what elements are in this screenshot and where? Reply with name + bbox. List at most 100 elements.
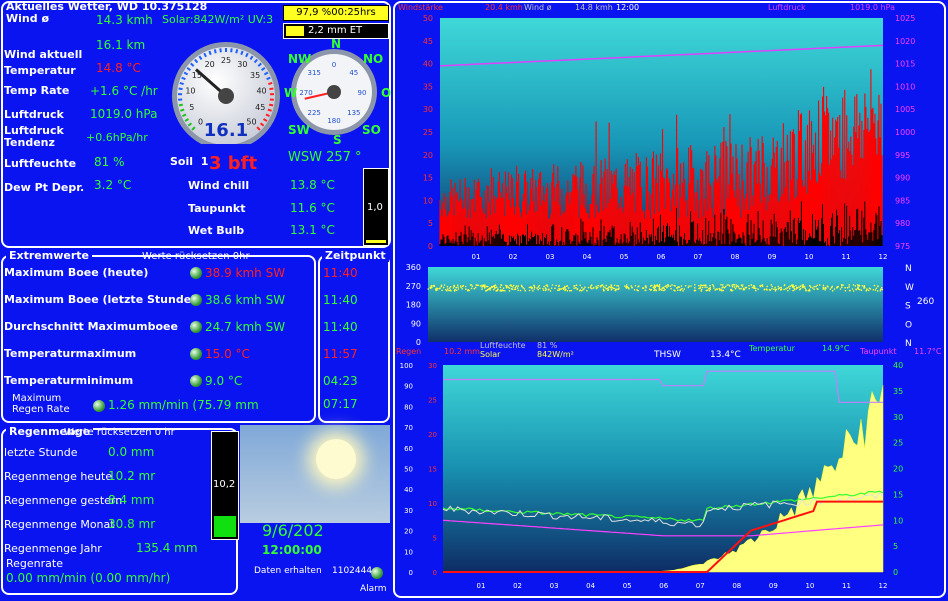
dir-point: [682, 290, 684, 292]
dir-point: [542, 289, 545, 292]
dir-point: [476, 284, 479, 287]
dir-point: [490, 285, 493, 288]
dir-y-tick: 90: [411, 319, 421, 328]
dir-point: [734, 287, 737, 290]
gauge-scale-mark: [208, 50, 212, 56]
dir-point: [537, 288, 539, 291]
rain-row-label: letzte Stunde: [4, 446, 78, 459]
alarm-led[interactable]: [371, 567, 383, 579]
dir-point: [827, 286, 829, 288]
dir-point: [757, 288, 759, 290]
dir-point: [799, 288, 801, 291]
soil-value: 1: [200, 155, 209, 168]
dir-point: [579, 284, 581, 287]
humidity-badge: 97,9 %00:25hrs: [283, 5, 389, 21]
dir-point: [532, 290, 534, 292]
dir-point: [719, 289, 721, 292]
wind-y-tick: 40: [423, 60, 433, 69]
dir-point: [833, 288, 836, 290]
time-title: Zeitpunkt: [322, 249, 389, 262]
dir-point: [818, 284, 821, 286]
temp-y-tick: 30: [893, 413, 903, 422]
dir-point: [441, 289, 443, 292]
extremes-title: Extremwerte: [6, 249, 92, 262]
dir-point: [448, 289, 450, 292]
gauge-tick-label: 45: [255, 103, 265, 112]
dir-point: [469, 284, 472, 286]
dir-point: [846, 286, 849, 289]
dir-point: [872, 289, 875, 291]
dir-point: [693, 289, 696, 292]
dir-point: [798, 286, 800, 288]
dir-point: [665, 285, 667, 287]
dir-point: [706, 289, 709, 291]
dir-point: [708, 287, 710, 290]
dir-point: [628, 288, 630, 290]
dir-point: [517, 289, 519, 292]
wind-x-tick: 06: [657, 253, 666, 261]
legend-temp-val: 14.9°C: [822, 344, 850, 353]
dir-point: [584, 286, 586, 288]
rain-row-value: 30.8 mr: [108, 517, 156, 531]
dir-point: [496, 289, 499, 291]
dir-point: [645, 286, 647, 289]
dir-point: [464, 285, 467, 288]
dir-point: [852, 284, 855, 286]
wind-y-tick: 15: [423, 174, 433, 183]
dir-point: [617, 288, 620, 291]
dir-point: [508, 290, 511, 292]
extreme-label: Maximum Boee (heute): [4, 266, 149, 279]
dir-point: [684, 285, 687, 287]
dir-point: [644, 285, 647, 287]
dir-point: [855, 288, 858, 291]
dir-point: [722, 289, 725, 292]
dir-point: [533, 288, 536, 290]
wind-now-label: Wind aktuell: [4, 48, 83, 61]
dir-point: [774, 288, 777, 291]
dir-point: [554, 287, 556, 290]
dir-y-tick: 270: [406, 282, 421, 291]
dir-point: [863, 286, 865, 288]
dir-point: [773, 288, 775, 290]
dir-point: [783, 284, 786, 287]
dir-point: [485, 285, 488, 288]
dir-point: [610, 288, 613, 291]
dir-point: [433, 284, 435, 287]
dir-point: [851, 288, 854, 290]
dir-point: [694, 287, 696, 289]
dir-point: [637, 289, 639, 292]
dir-point: [514, 286, 517, 289]
dir-point: [513, 288, 516, 291]
dir-point: [551, 284, 554, 286]
dir-point: [742, 284, 744, 286]
dir-point: [700, 290, 702, 292]
dir-point: [631, 286, 633, 289]
gauge-scale-mark: [235, 49, 239, 54]
dir-point: [505, 286, 508, 289]
compass-degree: 135: [347, 109, 360, 117]
wind-x-tick: 05: [620, 253, 629, 261]
dir-point: [694, 284, 696, 286]
small-level-gauge: 1,0: [363, 168, 389, 246]
dir-point: [822, 286, 825, 289]
dir-point: [841, 286, 843, 289]
dir-point: [822, 284, 825, 287]
pressure-trend-label-2: Tendenz: [4, 136, 55, 149]
dir-point: [500, 284, 502, 286]
dir-point: [557, 285, 560, 288]
dir-point: [547, 289, 550, 291]
dir-point: [446, 289, 448, 292]
dir-point: [481, 284, 483, 287]
gauge-scale-mark: [181, 76, 186, 81]
dir-point: [673, 284, 675, 287]
dir-point: [720, 283, 722, 286]
bottom-x-tick: 09: [769, 582, 778, 590]
legend-taupunkt-val: 11.7°C: [914, 347, 942, 356]
bft-value: 3 bft: [209, 153, 258, 174]
rain-row-label: Regenmenge gestern: [4, 494, 123, 507]
dir-point: [715, 288, 718, 290]
dir-point: [877, 285, 879, 287]
dir-point: [737, 285, 739, 287]
dir-point: [830, 286, 833, 289]
bottom-x-tick: 03: [550, 582, 559, 590]
